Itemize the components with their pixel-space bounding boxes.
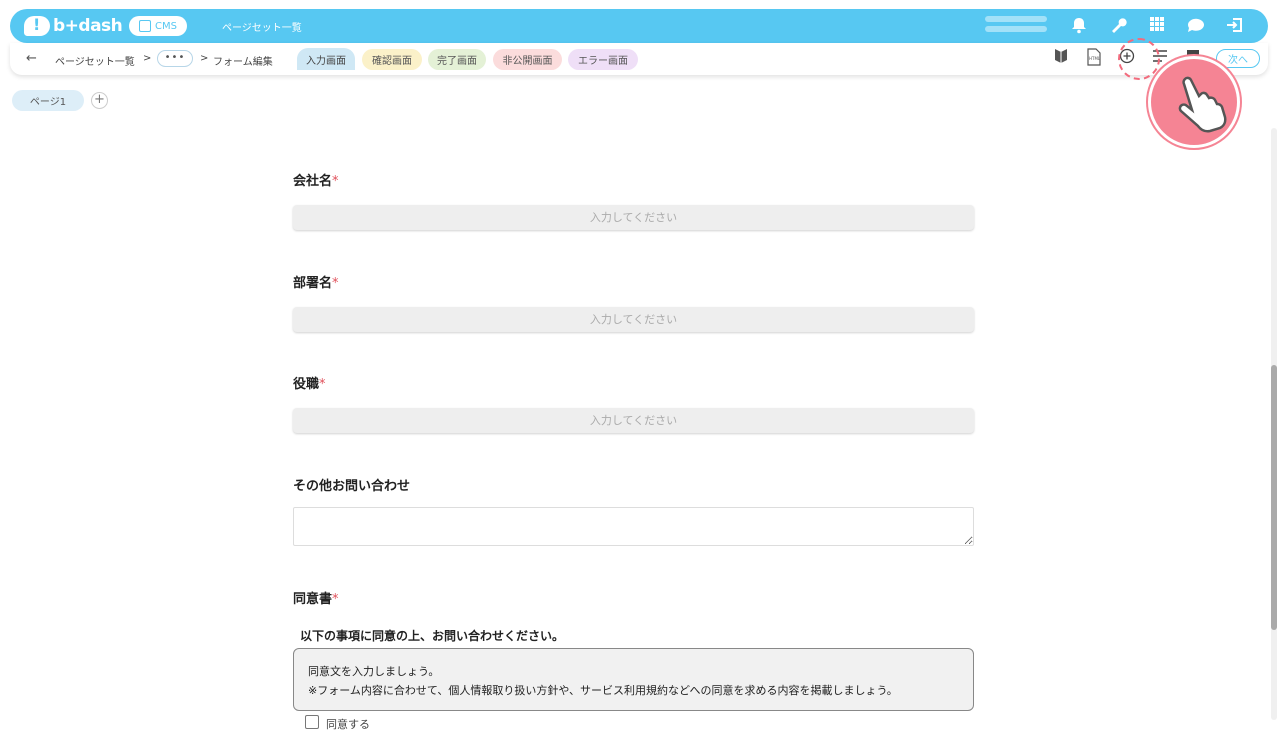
breadcrumb-separator: > [143,53,152,64]
back-arrow-icon[interactable]: ← [26,51,37,66]
grid-icon[interactable] [1146,16,1168,36]
required-mark: * [332,174,339,189]
add-page-button[interactable]: + [91,92,108,109]
company-name-input[interactable] [293,205,974,230]
scrollbar-thumb[interactable] [1271,365,1277,630]
consent-checkbox-label: 同意する [326,718,370,731]
help-icon[interactable] [1185,16,1207,36]
consent-checkbox[interactable] [305,715,319,729]
tab-private-screen[interactable]: 非公開画面 [493,49,562,70]
tab-complete-screen[interactable]: 完了画面 [428,49,486,70]
consent-lead-text: 以下の事項に同意の上、お問い合わせください。 [300,629,565,643]
inquiry-label: その他お問い合わせ [293,479,411,494]
consent-body-line2: ※フォーム内容に合わせて、個人情報取り扱い方針や、サービス利用規約などへの同意を… [308,684,898,697]
wrench-icon[interactable] [1107,16,1129,36]
consent-label: 同意書* [293,592,339,607]
required-mark: * [332,276,339,291]
svg-text:HTML: HTML [1089,56,1101,61]
breadcrumb-more-button[interactable]: ••• [157,50,193,67]
cms-button[interactable]: CMS [129,16,187,36]
beginner-mark-icon[interactable] [1051,48,1071,68]
user-info [985,12,1047,40]
top-navbar: ! b+dash CMS ページセット一覧 [10,9,1268,43]
department-input[interactable] [293,307,974,332]
position-input[interactable] [293,408,974,433]
highlight-ring [1118,38,1160,80]
breadcrumb-pageset-list[interactable]: ページセット一覧 [55,53,135,68]
required-mark: * [332,592,339,607]
bdash-logo[interactable]: ! b+dash [24,14,123,38]
bell-icon[interactable] [1068,16,1090,36]
breadcrumb-form-edit: フォーム編集 [213,57,273,68]
page-title: ページセット一覧 [222,23,302,34]
cms-label: CMS [155,20,177,32]
vertical-scrollbar[interactable] [1271,128,1277,720]
page-tab-1[interactable]: ページ1 [12,90,84,111]
department-label: 部署名* [293,276,339,291]
tab-error-screen[interactable]: エラー画面 [568,49,638,70]
inquiry-textarea[interactable] [293,507,974,546]
next-button[interactable]: 次へ [1216,48,1260,68]
tab-input-screen[interactable]: 入力画面 [297,48,355,70]
consent-body-line1: 同意文を入力しましょう。 [308,665,440,678]
html-file-icon[interactable]: HTML [1084,48,1104,68]
logo-text: b+dash [53,16,123,36]
position-label: 役職* [293,377,326,392]
logout-icon[interactable] [1224,16,1246,36]
company-name-label: 会社名* [293,174,339,189]
consent-text-box: 同意文を入力しましょう。 ※フォーム内容に合わせて、個人情報取り扱い方針や、サー… [293,648,974,711]
tab-confirm-screen[interactable]: 確認画面 [362,49,422,70]
logo-bubble-icon: ! [24,15,50,36]
pointing-hand-icon [1148,56,1240,148]
editor-toolbar: ← ページセット一覧 > ••• > フォーム編集 入力画面 確認画面 完了画面… [10,43,1268,75]
breadcrumb-separator: > [200,53,209,64]
edit-icon [139,20,152,32]
required-mark: * [319,377,326,392]
